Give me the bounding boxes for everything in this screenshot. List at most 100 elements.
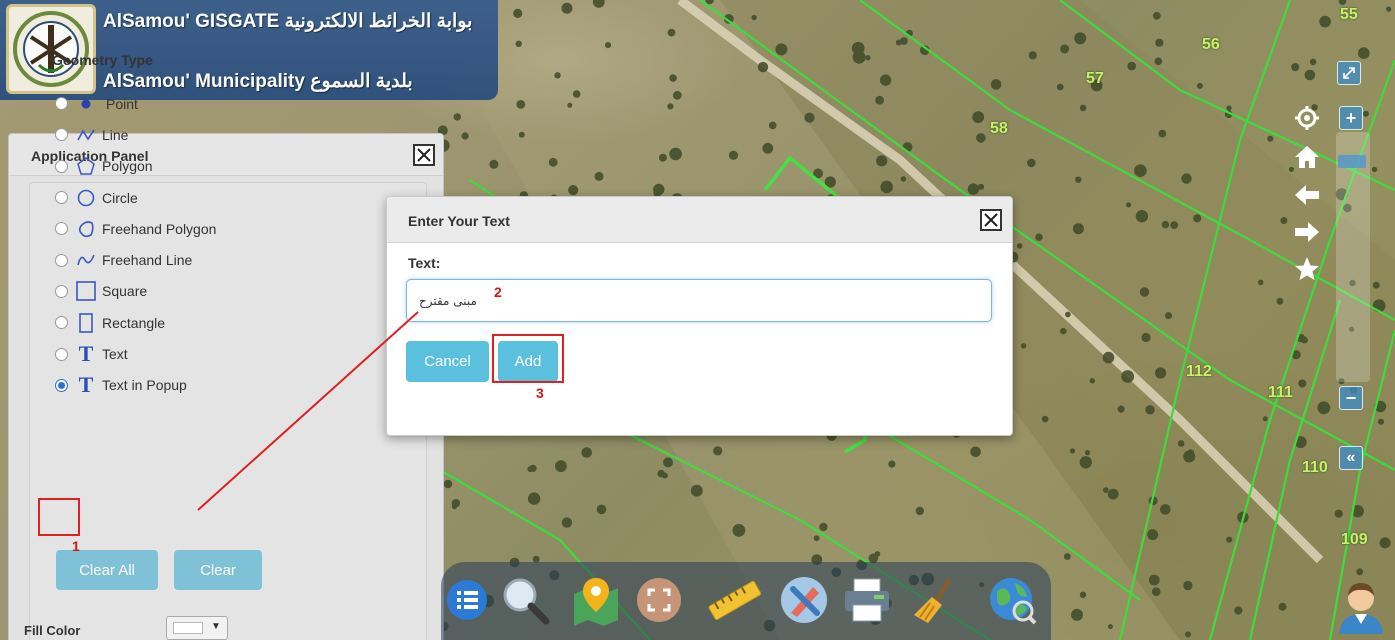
radio-button[interactable] — [55, 222, 68, 236]
radio-button[interactable] — [55, 128, 68, 142]
parcel-label: 58 — [990, 120, 1008, 137]
zoom-slider-handle[interactable] — [1338, 155, 1366, 168]
geometry-option-label: Text — [102, 346, 128, 363]
minus-icon: − — [1345, 388, 1357, 408]
layers-icon — [447, 580, 487, 620]
annotation-highlight-radio — [38, 498, 80, 536]
app-header: AlSamou' GISGATE بوابة الخرائط الالكترون… — [0, 0, 498, 100]
fill-color-picker[interactable]: ▼ — [166, 616, 228, 640]
plus-icon: + — [1345, 108, 1357, 128]
square-icon — [76, 281, 96, 302]
geometry-option-label: Rectangle — [102, 314, 166, 331]
parcel-label: 112 — [1186, 363, 1212, 380]
geometry-option-label: Polygon — [102, 158, 153, 175]
double-chevron-left-icon: « — [1346, 449, 1356, 466]
geometry-option-circle[interactable]: Circle — [46, 182, 216, 213]
globe-icon — [990, 578, 1037, 625]
geometry-option-point[interactable]: Point — [46, 88, 216, 119]
radio-button[interactable] — [55, 97, 68, 111]
basemap-button[interactable] — [983, 571, 1041, 629]
radio-button[interactable] — [55, 284, 68, 298]
expand-map-button[interactable] — [1337, 61, 1361, 85]
layers-button[interactable] — [438, 571, 496, 629]
parcel-label: 110 — [1302, 459, 1328, 476]
search-icon — [503, 578, 550, 625]
forward-extent-button[interactable] — [1293, 218, 1321, 246]
geometry-option-label: Text in Popup — [102, 377, 187, 394]
geometry-option-text[interactable]: T Text — [46, 338, 216, 369]
freehand-line-icon — [76, 250, 96, 270]
print-icon — [845, 578, 889, 622]
geometry-type-list: Point Line Polygon Circle Freehand Polyg… — [46, 88, 216, 401]
polygon-icon — [76, 156, 96, 176]
fullscreen-icon — [637, 578, 681, 622]
text-icon: T — [78, 372, 94, 398]
freehand-polygon-icon — [76, 219, 96, 239]
zoom-out-button[interactable]: − — [1339, 386, 1363, 410]
radio-button[interactable] — [55, 253, 68, 267]
star-icon — [1295, 257, 1319, 280]
portal-title: AlSamou' GISGATE بوابة الخرائط الالكترون… — [103, 11, 473, 32]
zoom-slider-track[interactable] — [1336, 132, 1370, 382]
geometry-option-rectangle[interactable]: Rectangle — [46, 307, 216, 338]
annotation-highlight-add — [492, 334, 564, 383]
parcel-label: 109 — [1341, 531, 1368, 548]
geometry-option-square[interactable]: Square — [46, 276, 216, 307]
dialog-header: Enter Your Text — [387, 197, 1012, 243]
measure-ruler-icon — [708, 580, 762, 621]
clear-all-button[interactable]: Clear All — [56, 550, 158, 590]
parcel-label: 57 — [1086, 70, 1104, 87]
close-panel-button[interactable] — [413, 144, 435, 166]
home-icon — [1295, 146, 1319, 168]
draw-tools-button[interactable] — [775, 571, 833, 629]
geometry-option-label: Line — [102, 126, 129, 143]
radio-button[interactable] — [55, 316, 68, 330]
locate-icon — [1295, 106, 1319, 130]
close-dialog-button[interactable] — [980, 209, 1002, 231]
locate-place-button[interactable] — [567, 571, 625, 629]
bookmark-button[interactable] — [1293, 255, 1321, 283]
expand-icon — [1343, 67, 1355, 79]
text-field-label: Text: — [408, 255, 441, 271]
zoom-in-button[interactable]: + — [1339, 106, 1363, 130]
geometry-option-line[interactable]: Line — [46, 119, 216, 150]
circle-icon — [76, 188, 96, 208]
map-pin-icon — [574, 578, 618, 626]
measure-button[interactable] — [705, 571, 763, 629]
user-avatar-icon — [1339, 583, 1383, 634]
rectangle-icon — [76, 312, 96, 333]
line-icon — [76, 125, 96, 145]
radio-button[interactable] — [55, 347, 68, 361]
search-button[interactable] — [496, 571, 554, 629]
annotation-step-3: 3 — [536, 385, 544, 401]
fill-color-label: Fill Color — [24, 623, 81, 638]
draw-tools-icon — [781, 577, 827, 623]
radio-button[interactable] — [55, 159, 68, 173]
geometry-option-polygon[interactable]: Polygon — [46, 151, 216, 182]
arrow-right-icon — [1295, 222, 1319, 242]
clear-broom-icon — [914, 577, 952, 623]
collapse-panel-button[interactable]: « — [1339, 446, 1363, 470]
point-icon — [76, 94, 96, 114]
color-swatch — [173, 622, 203, 634]
geometry-option-label: Freehand Line — [102, 252, 193, 269]
clear-button[interactable]: Clear — [174, 550, 262, 590]
geometry-option-freehand-polygon[interactable]: Freehand Polygon — [46, 213, 216, 244]
full-extent-button[interactable] — [630, 571, 688, 629]
clear-graphics-button[interactable] — [906, 571, 964, 629]
parcel-label: 55 — [1340, 6, 1358, 23]
geometry-option-freehand-line[interactable]: Freehand Line — [46, 244, 216, 275]
parcel-label: 56 — [1202, 36, 1220, 53]
cancel-button[interactable]: Cancel — [406, 341, 489, 382]
back-extent-button[interactable] — [1293, 181, 1321, 209]
geometry-type-legend: Geometry Type — [52, 52, 153, 68]
home-button[interactable] — [1293, 143, 1321, 171]
arrow-left-icon — [1295, 185, 1319, 205]
locate-button[interactable] — [1293, 104, 1321, 132]
user-avatar-button[interactable] — [1335, 578, 1387, 634]
geometry-option-text-in-popup[interactable]: T Text in Popup — [46, 370, 216, 401]
print-button[interactable] — [838, 571, 896, 629]
geometry-option-label: Point — [106, 95, 138, 112]
radio-button-selected[interactable] — [55, 378, 68, 392]
radio-button[interactable] — [55, 191, 68, 205]
